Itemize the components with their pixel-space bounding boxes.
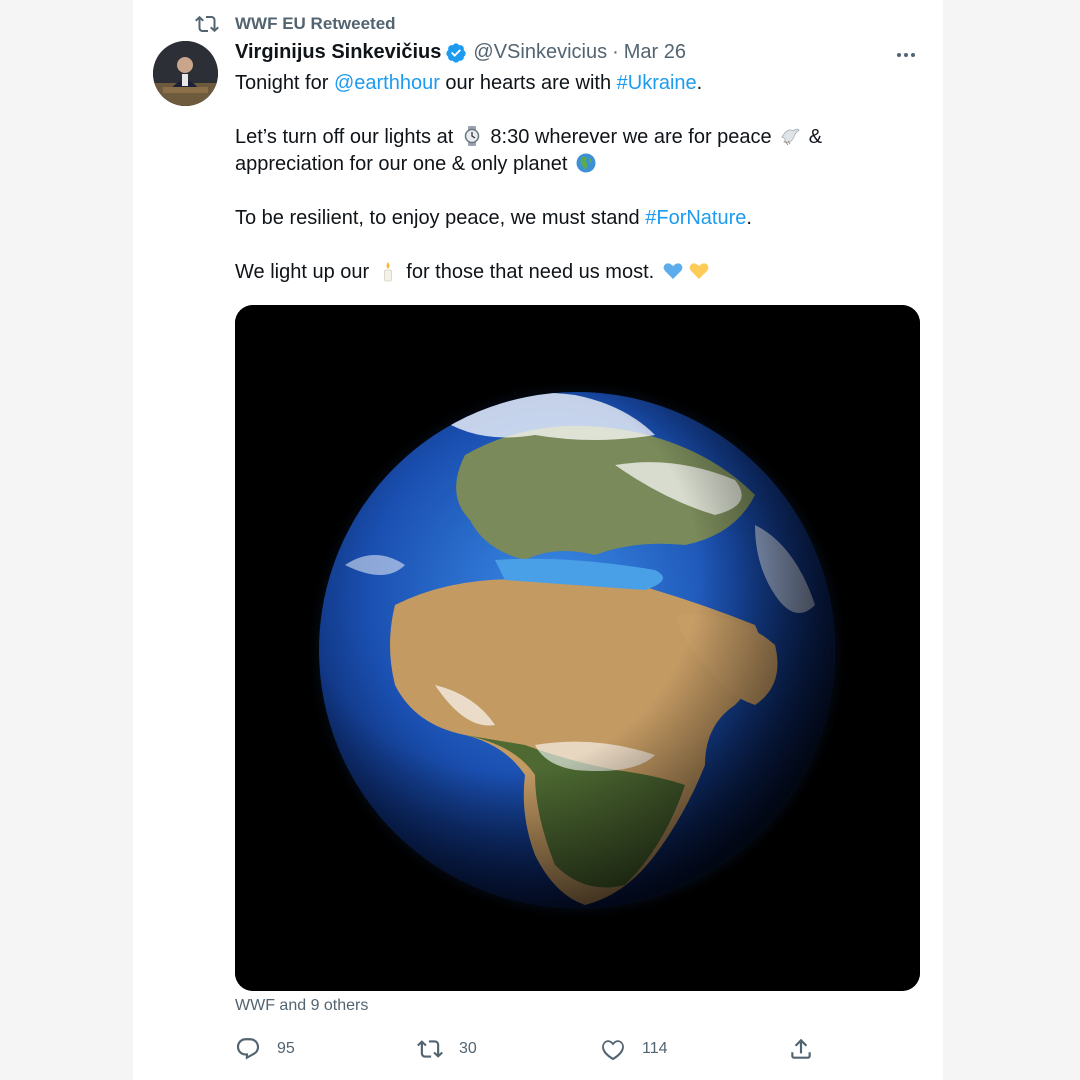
share-icon bbox=[788, 1036, 814, 1062]
tweet-header: Virginijus Sinkevičius @VSinkevicius · M… bbox=[235, 41, 686, 64]
tweet-actions: 95 30 114 bbox=[235, 1036, 815, 1064]
retweet-icon bbox=[417, 1036, 443, 1062]
tweet-paragraph-2: Let’s turn off our lights at 8:30 wherev… bbox=[235, 125, 823, 175]
retweet-count: 30 bbox=[459, 1040, 477, 1057]
author-name[interactable]: Virginijus Sinkevičius bbox=[235, 41, 441, 64]
share-button[interactable] bbox=[788, 1036, 830, 1062]
tweet-paragraph-1: Tonight for @earthhour our hearts are wi… bbox=[235, 72, 703, 94]
heart-icon bbox=[600, 1036, 626, 1062]
tweet-paragraph-4: We light up our for those that need us m… bbox=[235, 259, 915, 286]
blue-heart-emoji-icon bbox=[662, 260, 684, 282]
author-handle[interactable]: @VSinkevicius bbox=[473, 41, 607, 64]
yellow-heart-emoji-icon bbox=[688, 260, 710, 282]
retweet-icon bbox=[195, 12, 219, 36]
like-button[interactable]: 114 bbox=[600, 1036, 668, 1062]
liked-by-label[interactable]: WWF and 9 others bbox=[235, 997, 368, 1015]
more-options-icon[interactable] bbox=[891, 44, 921, 66]
retweeted-by-row[interactable]: WWF EU Retweeted bbox=[195, 12, 396, 36]
watch-emoji-icon bbox=[461, 125, 483, 147]
retweeted-by-label: WWF EU Retweeted bbox=[235, 14, 396, 33]
hashtag-link-ukraine[interactable]: #Ukraine bbox=[617, 72, 697, 94]
tweet-image-earth[interactable] bbox=[235, 305, 920, 991]
verified-badge-icon bbox=[445, 42, 467, 64]
tweet-date[interactable]: Mar 26 bbox=[624, 41, 686, 64]
candle-emoji-icon bbox=[377, 260, 399, 282]
reply-button[interactable]: 95 bbox=[235, 1036, 295, 1062]
mention-link[interactable]: @earthhour bbox=[334, 72, 440, 94]
reply-count: 95 bbox=[277, 1040, 295, 1057]
reply-icon bbox=[235, 1036, 261, 1062]
tweet-paragraph-3: To be resilient, to enjoy peace, we must… bbox=[235, 207, 752, 229]
like-count: 114 bbox=[642, 1040, 668, 1057]
avatar[interactable] bbox=[153, 41, 218, 106]
hashtag-link-fornature[interactable]: #ForNature bbox=[645, 207, 746, 229]
retweet-button[interactable]: 30 bbox=[417, 1036, 477, 1062]
tweet-text: Tonight for @earthhour our hearts are wi… bbox=[235, 70, 915, 313]
separator-dot: · bbox=[612, 41, 619, 63]
dove-emoji-icon bbox=[779, 125, 801, 147]
tweet-card[interactable]: WWF EU Retweeted Virginijus Sinkevičius … bbox=[133, 0, 943, 1080]
earth-africa-emoji-icon bbox=[575, 152, 597, 174]
